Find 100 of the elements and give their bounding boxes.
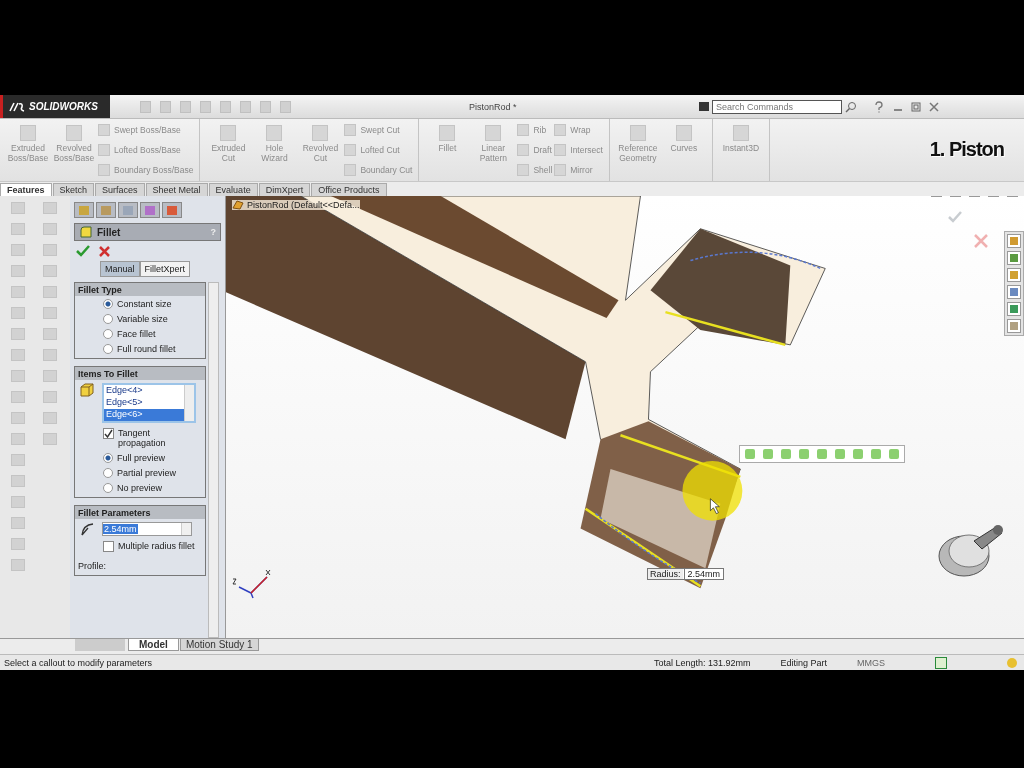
tab[interactable]: Surfaces (95, 183, 145, 197)
solidworks-logo[interactable]: SOLIDWORKS (0, 95, 110, 118)
tool-icon[interactable] (11, 349, 25, 362)
selection-icon[interactable] (781, 449, 791, 460)
restore-icon[interactable] (911, 101, 921, 112)
tool-icon[interactable] (11, 202, 25, 215)
ribbon-button[interactable]: Extruded Cut (206, 122, 251, 178)
tool-icon[interactable] (11, 454, 25, 467)
units-label[interactable]: MMGS (857, 657, 886, 668)
task-pane-icon[interactable] (1007, 268, 1021, 283)
selection-icon[interactable] (799, 449, 809, 460)
ok-icon[interactable] (76, 245, 90, 258)
cancel-icon[interactable] (99, 245, 110, 257)
tool-icon[interactable] (11, 517, 25, 530)
task-pane-icon[interactable] (1007, 234, 1021, 249)
tool-icon[interactable] (11, 265, 25, 278)
selection-list[interactable]: Edge<4> Edge<5> Edge<6> (102, 383, 196, 424)
selection-icon[interactable] (871, 449, 881, 460)
ribbon-button[interactable]: Instant3D (718, 122, 763, 178)
ok-icon[interactable] (948, 211, 962, 224)
task-pane-icon[interactable] (1007, 302, 1021, 317)
toolbar-icon[interactable] (220, 100, 231, 113)
callout-value[interactable]: 2.54mm (683, 569, 724, 580)
tool-icon[interactable] (11, 538, 25, 551)
tool-icon[interactable] (43, 349, 57, 362)
cancel-icon[interactable] (974, 234, 988, 249)
ribbon-button[interactable]: Shell (517, 163, 553, 176)
ribbon-button[interactable]: Swept Boss/Base (98, 124, 194, 136)
toolbar-icon[interactable] (180, 100, 191, 113)
mode-button[interactable]: Manual (100, 261, 140, 278)
ribbon-button[interactable]: Lofted Boss/Base (98, 143, 194, 156)
tool-icon[interactable] (11, 433, 25, 446)
tool-icon[interactable] (43, 286, 57, 299)
search-icon[interactable] (845, 100, 857, 113)
toolbar-icon[interactable] (140, 100, 151, 113)
ribbon-button[interactable]: Swept Cut (344, 124, 413, 136)
ribbon-button[interactable]: Boundary Cut (344, 163, 413, 176)
section-header[interactable]: Items To Fillet (75, 367, 205, 381)
toolbar-icon[interactable] (160, 100, 171, 113)
section-header[interactable]: Fillet Type (75, 283, 205, 297)
ribbon-button[interactable]: Extruded Boss/Base (6, 122, 50, 178)
panel-tab[interactable] (118, 202, 138, 219)
tool-icon[interactable] (43, 412, 57, 425)
tool-icon[interactable] (11, 244, 25, 257)
toolbar-icon[interactable] (240, 100, 251, 113)
tool-icon[interactable] (11, 286, 25, 299)
tool-icon[interactable] (11, 223, 25, 236)
tab[interactable]: Model (128, 639, 179, 652)
radio-button[interactable] (103, 299, 113, 310)
tool-icon[interactable] (43, 223, 57, 236)
selection-icon[interactable] (835, 449, 845, 460)
tab[interactable]: DimXpert (258, 183, 311, 197)
tool-icon[interactable] (43, 433, 57, 446)
panel-tab[interactable] (74, 202, 94, 219)
radius-field[interactable]: 2.54mm (102, 522, 192, 537)
list-item[interactable]: Edge<4> (104, 385, 184, 398)
radio-button[interactable] (103, 453, 113, 464)
panel-tab[interactable] (162, 202, 182, 219)
mode-button[interactable]: FilletXpert (139, 261, 191, 278)
ribbon-button[interactable]: Intersect (554, 143, 603, 156)
panel-tab[interactable] (96, 202, 116, 219)
ribbon-button[interactable]: Hole Wizard (252, 122, 297, 178)
tool-icon[interactable] (11, 370, 25, 383)
task-pane-icon[interactable] (1007, 319, 1021, 334)
tool-icon[interactable] (43, 244, 57, 257)
list-item[interactable]: Edge<6> (104, 409, 184, 422)
ribbon-button[interactable]: Wrap (554, 124, 603, 136)
selection-icon[interactable] (745, 449, 755, 460)
ribbon-button[interactable]: Curves (661, 122, 706, 178)
toolbar-icon[interactable] (280, 100, 291, 113)
ribbon-button[interactable]: Fillet (425, 122, 470, 178)
task-pane-icon[interactable] (1007, 251, 1021, 266)
tab[interactable]: Sketch (52, 183, 95, 197)
tool-icon[interactable] (11, 328, 25, 341)
tool-icon[interactable] (43, 307, 57, 320)
tab[interactable]: Office Products (311, 183, 387, 197)
tool-icon[interactable] (11, 475, 25, 488)
radio-button[interactable] (103, 329, 113, 340)
selection-icon[interactable] (763, 449, 773, 460)
tool-icon[interactable] (43, 202, 57, 215)
tool-icon[interactable] (11, 412, 25, 425)
tool-icon[interactable] (11, 307, 25, 320)
ribbon-button[interactable]: Linear Pattern (471, 122, 516, 178)
tool-icon[interactable] (43, 265, 57, 278)
ribbon-button[interactable]: Lofted Cut (344, 143, 413, 156)
close-icon[interactable] (929, 101, 939, 112)
scrollbar[interactable] (208, 282, 219, 639)
toolbar-icon[interactable] (260, 100, 271, 113)
panel-tab[interactable] (140, 202, 160, 219)
radio-button[interactable] (103, 483, 113, 494)
tab[interactable]: Motion Study 1 (179, 639, 259, 652)
radio-button[interactable] (103, 344, 113, 355)
tool-icon[interactable] (11, 391, 25, 404)
tool-icon[interactable] (43, 328, 57, 341)
tab[interactable]: Features (0, 183, 52, 197)
search-field[interactable]: Search Commands (712, 99, 842, 114)
selection-icon[interactable] (817, 449, 827, 460)
task-pane-icon[interactable] (1007, 285, 1021, 300)
tool-icon[interactable] (11, 559, 25, 572)
tool-icon[interactable] (11, 496, 25, 509)
